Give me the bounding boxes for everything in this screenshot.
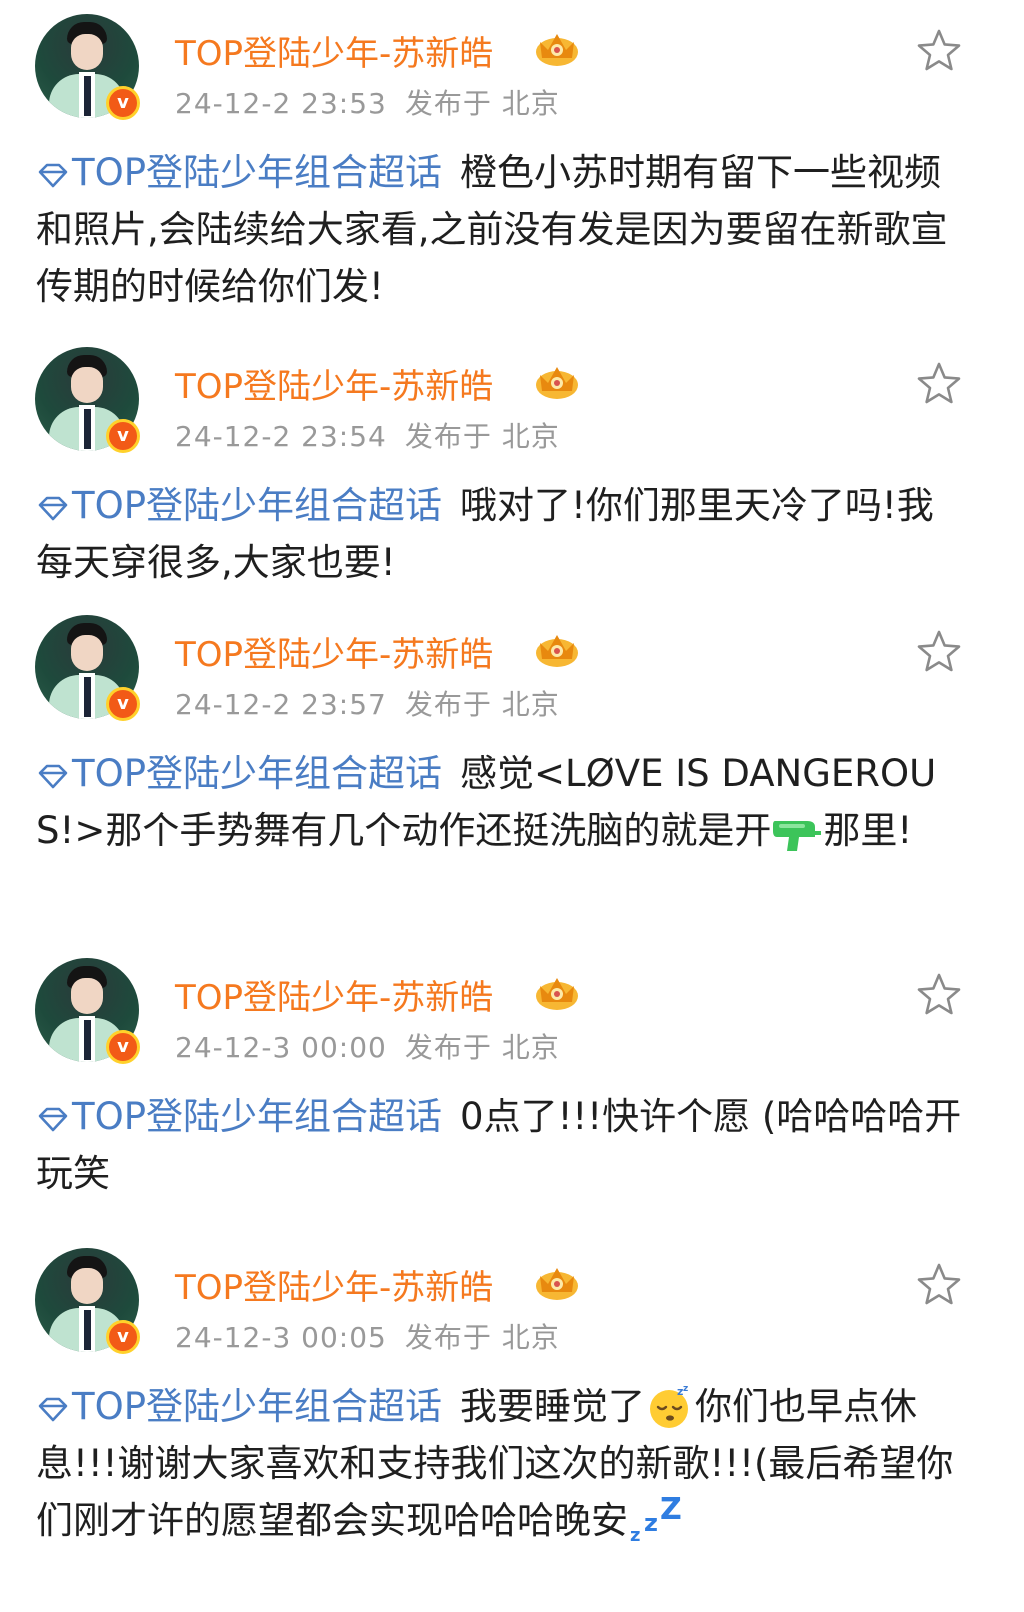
crown-badge-icon xyxy=(536,1268,578,1300)
author-name[interactable]: TOP登陆少年-苏新皓 xyxy=(175,970,493,1019)
verified-icon: v xyxy=(106,419,140,453)
svg-text:z: z xyxy=(630,1525,640,1543)
verified-icon: v xyxy=(106,1320,140,1354)
svg-text:z: z xyxy=(644,1509,658,1537)
topic-link[interactable]: TOP登陆少年组合超话 xyxy=(36,1095,442,1138)
post-meta: 24-12-3 00:05 发布于 北京 xyxy=(175,1316,560,1356)
post-location: 发布于 北京 xyxy=(404,688,560,721)
topic-link[interactable]: TOP登陆少年组合超话 xyxy=(36,484,442,527)
post-time: 24-12-2 23:54 xyxy=(175,420,387,453)
author-name[interactable]: TOP登陆少年-苏新皓 xyxy=(175,1260,493,1309)
verified-icon: v xyxy=(106,1030,140,1064)
water-gun-emoji xyxy=(773,821,822,851)
post-meta: 24-12-2 23:53 发布于 北京 xyxy=(175,82,560,122)
verified-icon: v xyxy=(106,86,140,120)
post-meta: 24-12-2 23:57 发布于 北京 xyxy=(175,683,560,723)
post-meta: 24-12-2 23:54 发布于 北京 xyxy=(175,415,560,455)
topic-link[interactable]: TOP登陆少年组合超话 xyxy=(36,752,442,795)
post-location: 发布于 北京 xyxy=(404,87,560,120)
verified-icon: v xyxy=(106,687,140,721)
post-time: 24-12-3 00:05 xyxy=(175,1321,387,1354)
author-name[interactable]: TOP登陆少年-苏新皓 xyxy=(175,359,493,408)
star-icon[interactable] xyxy=(916,361,962,405)
topic-diamond-icon xyxy=(38,1397,68,1422)
topic-link[interactable]: TOP登陆少年组合超话 xyxy=(36,1385,442,1428)
post-body: TOP登陆少年组合超话 我要睡觉了 z z 你们也早点休息!!!谢谢大家喜欢和支持… xyxy=(36,1378,966,1549)
topic-diamond-icon xyxy=(38,1107,68,1132)
zzz-emoji: z z Z xyxy=(630,1497,682,1543)
post-time: 24-12-2 23:53 xyxy=(175,87,387,120)
topic-link[interactable]: TOP登陆少年组合超话 xyxy=(36,151,442,194)
topic-diamond-icon xyxy=(38,496,68,521)
star-icon[interactable] xyxy=(916,1262,962,1306)
crown-badge-icon xyxy=(536,635,578,667)
author-name[interactable]: TOP登陆少年-苏新皓 xyxy=(175,26,493,75)
topic-diamond-icon xyxy=(38,163,68,188)
crown-badge-icon xyxy=(536,978,578,1010)
svg-text:z: z xyxy=(683,1384,688,1394)
post-time: 24-12-2 23:57 xyxy=(175,688,387,721)
post-body: TOP登陆少年组合超话 感觉<LØVE IS DANGEROUS!>那个手势舞有几… xyxy=(36,752,937,852)
star-icon[interactable] xyxy=(916,629,962,673)
author-name[interactable]: TOP登陆少年-苏新皓 xyxy=(175,627,493,676)
star-icon[interactable] xyxy=(916,972,962,1016)
crown-badge-icon xyxy=(536,367,578,399)
post-time: 24-12-3 00:00 xyxy=(175,1031,387,1064)
sleepy-face-emoji: z z xyxy=(650,1384,688,1428)
post-body: TOP登陆少年组合超话 橙色小苏时期有留下一些视频和照片,会陆续给大家看,之前没有… xyxy=(36,151,948,308)
post-location: 发布于 北京 xyxy=(404,1321,560,1354)
post-location: 发布于 北京 xyxy=(404,420,560,453)
post-meta: 24-12-3 00:00 发布于 北京 xyxy=(175,1026,560,1066)
svg-text:Z: Z xyxy=(660,1497,682,1527)
post-body: TOP登陆少年组合超话 0点了!!!快许个愿 (哈哈哈哈开玩笑 xyxy=(36,1095,962,1195)
post-location: 发布于 北京 xyxy=(404,1031,560,1064)
post-body: TOP登陆少年组合超话 哦对了!你们那里天冷了吗!我每天穿很多,大家也要! xyxy=(36,484,934,584)
topic-diamond-icon xyxy=(38,764,68,789)
crown-badge-icon xyxy=(536,34,578,66)
star-icon[interactable] xyxy=(916,28,962,72)
